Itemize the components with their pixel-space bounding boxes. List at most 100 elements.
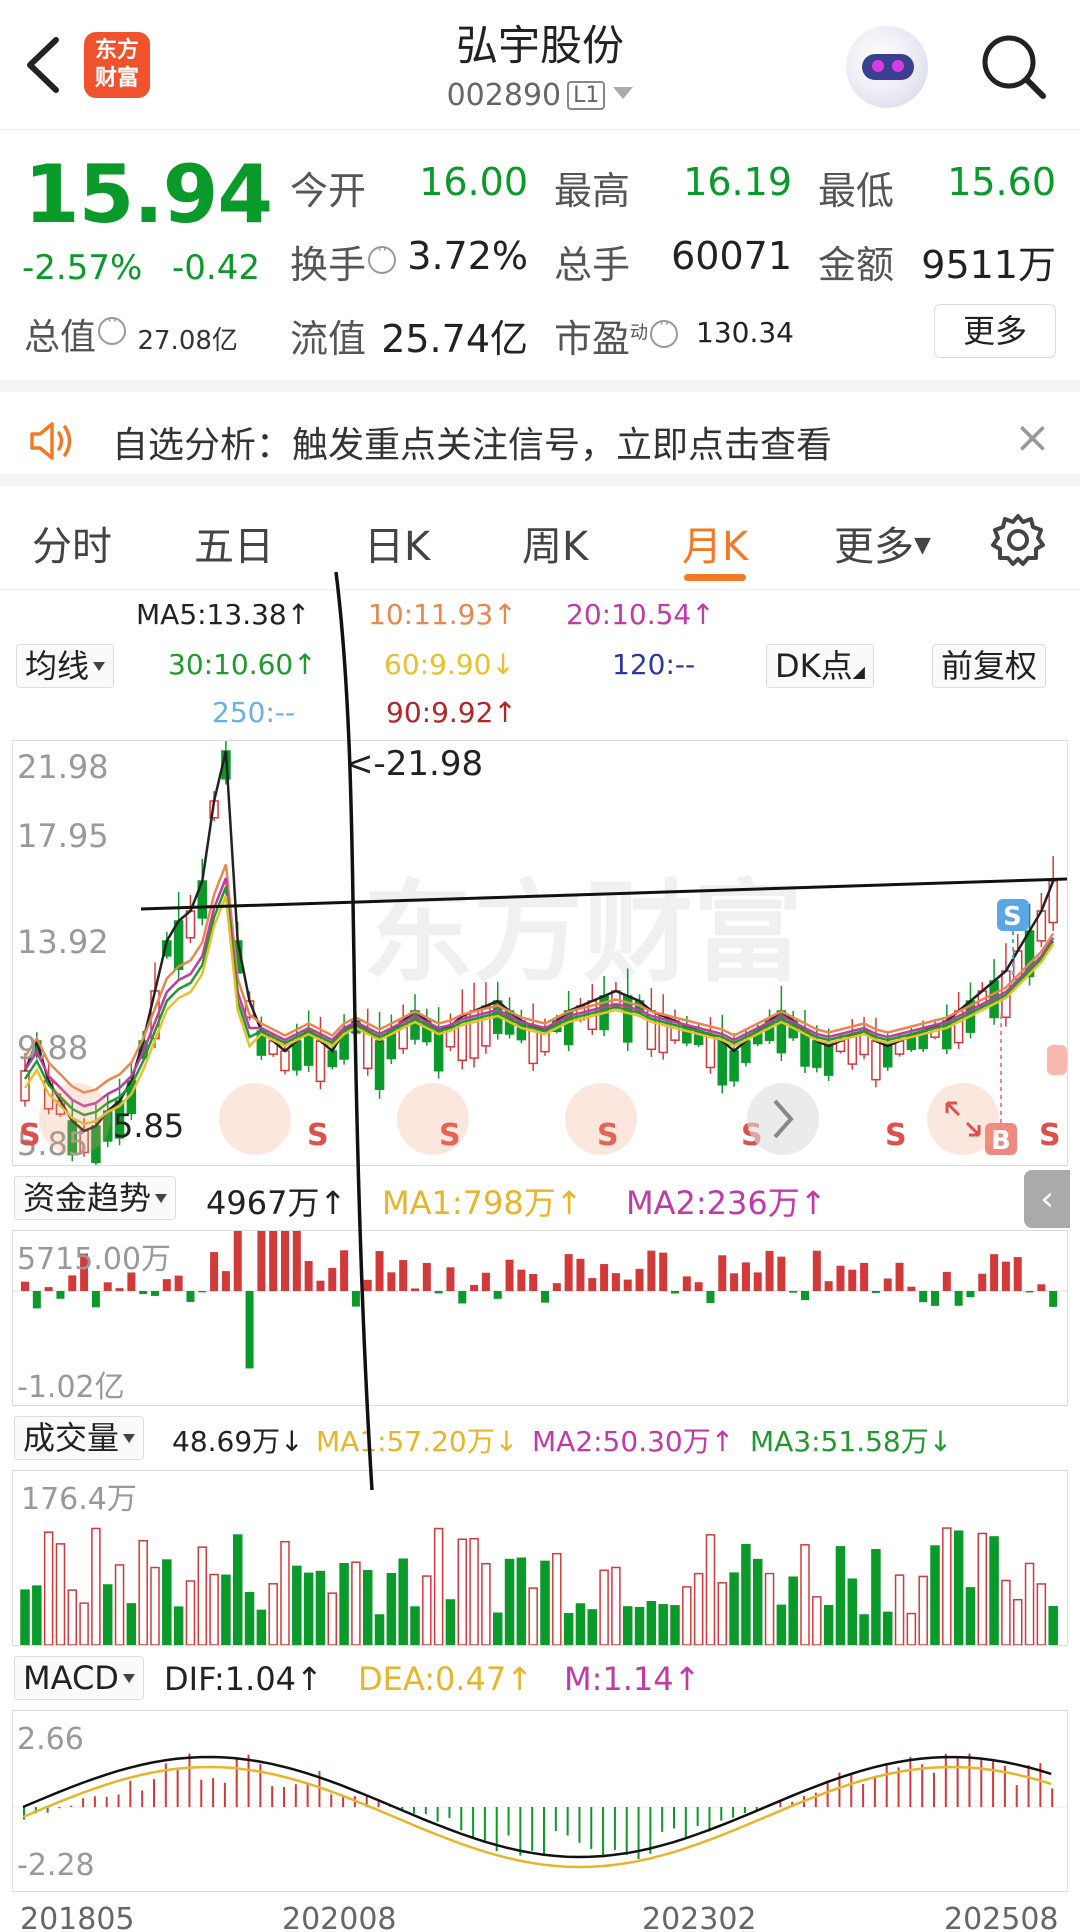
- zoom-in-overlay[interactable]: [397, 1083, 469, 1155]
- kline-chart[interactable]: 东方财富 21.98 17.95 13.92 9.88 5.85 <-21.98…: [12, 734, 1068, 1170]
- fund-flow-value: 4967万↑: [206, 1184, 347, 1222]
- volume-bar: [150, 1566, 160, 1646]
- fund-flow-bar: [765, 1250, 774, 1291]
- dk-point-button[interactable]: DK点◢: [766, 644, 874, 688]
- fund-flow-bar: [411, 1288, 419, 1291]
- total-cap[interactable]: 总值 27.08亿: [24, 308, 238, 360]
- collapse-panel-button[interactable]: ‹: [1024, 1170, 1070, 1228]
- fund-flow-bar: [588, 1278, 597, 1291]
- volume-bar: [540, 1560, 550, 1646]
- sell-signal[interactable]: S: [1039, 1118, 1061, 1153]
- candle-body: [882, 1045, 893, 1068]
- expand-overlay[interactable]: [927, 1083, 999, 1155]
- volume-bar: [812, 1596, 822, 1646]
- fund-flow-bar: [789, 1291, 798, 1293]
- y-tick-4: 9.88: [17, 1029, 88, 1067]
- tab-monthly-k[interactable]: 月K: [682, 514, 748, 572]
- volume-bar: [197, 1546, 208, 1646]
- open-label: 今开: [290, 169, 367, 213]
- next-overlay[interactable]: [747, 1083, 819, 1155]
- volume-bar: [906, 1612, 917, 1646]
- fund-flow-chart[interactable]: 5715.00万 -1.02亿: [12, 1198, 1068, 1406]
- y-tick-1: 21.98: [17, 748, 109, 786]
- fund-flow-bar: [151, 1291, 159, 1296]
- fund-flow-bar: [375, 1251, 384, 1291]
- macd-bar: [1027, 1765, 1030, 1807]
- ma90-value: 90:9.92↑: [386, 696, 517, 729]
- fund-flow-bar: [871, 1291, 880, 1293]
- macd-bar: [613, 1807, 616, 1851]
- gear-icon[interactable]: [990, 512, 1046, 568]
- sell-signal[interactable]: S: [885, 1118, 907, 1153]
- macd-bar: [424, 1807, 427, 1814]
- fund-flow-bar: [529, 1274, 538, 1291]
- fund-flow-bar: [1049, 1291, 1058, 1307]
- macd-bar: [531, 1807, 534, 1851]
- sell-signal[interactable]: S: [19, 1118, 41, 1153]
- pe-label[interactable]: 市盈动: [554, 308, 679, 363]
- macd-bar: [1051, 1788, 1054, 1807]
- volume-bar: [965, 1587, 976, 1646]
- macd-selector[interactable]: MACD: [14, 1656, 144, 1700]
- tab-daily-k[interactable]: 日K: [364, 514, 430, 572]
- fund-flow-bar: [552, 1283, 561, 1291]
- tab-five-day[interactable]: 五日: [194, 514, 274, 572]
- zoom-overlay[interactable]: [565, 1083, 637, 1155]
- turnover-label[interactable]: 换手: [290, 234, 397, 289]
- zoom-out-overlay[interactable]: [219, 1083, 291, 1155]
- volume-bar: [823, 1604, 834, 1646]
- close-icon[interactable]: ×: [1014, 416, 1051, 460]
- macd-bar: [696, 1807, 699, 1827]
- volume-chart[interactable]: 176.4万: [12, 1470, 1068, 1646]
- search-icon[interactable]: [975, 28, 1051, 104]
- candle-body: [823, 1045, 834, 1076]
- macd-bar: [129, 1780, 132, 1807]
- y-tick-3: 13.92: [17, 923, 109, 961]
- ma-selector-label: 均线: [25, 647, 90, 685]
- stock-code: 002890: [446, 78, 562, 113]
- fund-flow-bar: [21, 1281, 29, 1291]
- macd-bar: [543, 1807, 545, 1854]
- caret-down-icon: ▼: [914, 533, 931, 558]
- volume-bar: [32, 1585, 42, 1646]
- volume-bar: [563, 1613, 574, 1646]
- ma-selector[interactable]: 均线: [16, 644, 115, 688]
- ma60-value: 60:9.90↓: [384, 648, 515, 681]
- fund-flow-bar: [647, 1250, 656, 1291]
- fund-flow-bar: [44, 1287, 53, 1291]
- fund-flow-bar: [919, 1291, 928, 1303]
- total-cap-label: 总值: [24, 317, 97, 358]
- change-amount: -0.42: [172, 248, 260, 288]
- volume-selector[interactable]: 成交量: [14, 1416, 145, 1460]
- fund-flow-selector[interactable]: 资金趋势: [14, 1176, 177, 1220]
- volume-bar: [102, 1584, 113, 1646]
- volume-bar: [315, 1570, 326, 1646]
- macd-bar: [980, 1757, 983, 1807]
- macd-bar: [732, 1807, 735, 1818]
- volume-bar: [303, 1572, 314, 1646]
- candle-body: [847, 1035, 858, 1065]
- assistant-robot-icon[interactable]: [846, 26, 928, 108]
- alert-banner[interactable]: 自选分析：触发重点关注信号，立即点击查看 ×: [0, 380, 1080, 486]
- adjust-mode-button[interactable]: 前复权: [932, 644, 1047, 688]
- quote-panel: 15.94 -2.57% -0.42 总值 27.08亿 今开 16.00 最高…: [0, 130, 1080, 380]
- nav-left-overlay[interactable]: [39, 1083, 111, 1155]
- fund-flow-bar: [801, 1291, 809, 1301]
- sell-signal[interactable]: S: [307, 1118, 329, 1153]
- macd-bar: [909, 1756, 912, 1807]
- tab-more[interactable]: 更多▼: [834, 514, 931, 572]
- fund-flow-bar: [741, 1262, 750, 1291]
- volume-bar: [457, 1538, 468, 1646]
- tab-intraday[interactable]: 分时: [32, 514, 112, 572]
- candle-body: [729, 1050, 739, 1082]
- low-label: 最低: [818, 169, 895, 213]
- fund-flow-bar: [706, 1291, 715, 1304]
- x-axis-label: 202508: [944, 1902, 1059, 1932]
- macd-chart[interactable]: 2.66 -2.28: [12, 1710, 1068, 1892]
- macd-bar: [82, 1798, 85, 1807]
- more-quote-button[interactable]: 更多: [934, 304, 1056, 358]
- fund-flow-bar: [399, 1260, 408, 1291]
- fund-flow-bar: [292, 1199, 301, 1291]
- macd-bar: [625, 1807, 628, 1855]
- tab-weekly-k[interactable]: 周K: [522, 514, 588, 572]
